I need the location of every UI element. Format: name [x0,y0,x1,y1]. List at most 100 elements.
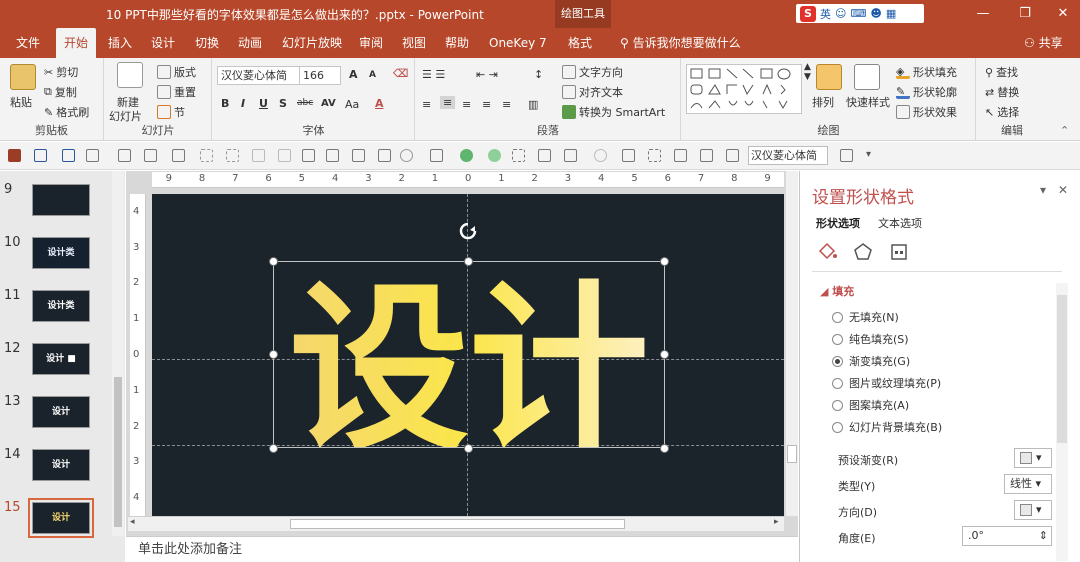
tab-design[interactable]: 设计 [151,28,175,58]
frame-icon[interactable] [674,149,687,162]
tab-slideshow[interactable]: 幻灯片放映 [282,28,342,58]
slide-thumb-active[interactable]: 15 设计 [0,498,110,544]
ime-grid-icon[interactable]: ▦ [886,7,896,20]
tab-home[interactable]: 开始 [56,28,97,58]
arrange-icon[interactable] [816,64,842,90]
distribute-icon[interactable]: ≡ [502,98,511,111]
crop-icon[interactable] [622,149,635,162]
scroll-left-icon[interactable]: ◂ [130,517,135,527]
underline-button[interactable]: U [259,97,268,110]
italic-button[interactable]: I [241,97,245,110]
notes-pane[interactable]: 单击此处添加备注 [126,536,798,562]
find-button[interactable]: ⚲ 查找 [985,64,1018,80]
bullets-icon[interactable]: ☰ ☰ [422,68,445,81]
minimize-button[interactable]: — [966,0,1000,28]
scroll-thumb[interactable] [787,445,797,463]
smartart-button[interactable]: 转换为 SmartArt [562,104,665,120]
rotate-handle-icon[interactable] [459,222,477,240]
shrink-text-icon[interactable] [726,149,739,162]
slide-canvas[interactable]: 设计 [152,194,784,516]
scroll-right-icon[interactable]: ▸ [774,517,779,527]
ime-toolbar[interactable]: S 英 ☺ ⌨ ☻ ▦ [796,4,924,23]
save-icon[interactable] [8,149,21,162]
type-dropdown[interactable]: 线性 ▾ [1004,474,1052,494]
qat-font-dropdown[interactable]: 汉仪菱心体简 [748,146,828,165]
text-direction-button[interactable]: 文字方向 [562,64,623,80]
fill-line-icon[interactable] [816,241,838,263]
tab-onekey[interactable]: OneKey 7 [489,28,547,58]
cut-button[interactable]: ✂ 剪切 [44,64,78,80]
tab-animations[interactable]: 动画 [238,28,262,58]
resize-handle[interactable] [660,350,669,359]
shape-effects-button[interactable]: 形状效果 [896,104,957,120]
pane-close-icon[interactable]: ✕ [1058,183,1068,197]
group-icon[interactable] [200,149,213,162]
layout-button[interactable]: 版式 [157,64,196,80]
tab-transitions[interactable]: 切换 [195,28,219,58]
fill-section-header[interactable]: ◢ 填充 [820,283,854,299]
tab-file[interactable]: 文件 [16,28,40,58]
spinner-arrows-icon[interactable]: ⇕ [1039,527,1051,545]
resize-handle[interactable] [660,257,669,266]
bold-button[interactable]: B [221,97,229,110]
reset-button[interactable]: 重置 [157,84,196,100]
scroll-thumb[interactable] [114,377,122,527]
grid-icon[interactable] [512,149,525,162]
align-right-icon[interactable]: ≡ [462,98,471,111]
slide-thumb[interactable]: 11 设计类 [0,288,110,332]
shrink-font-button[interactable]: A [369,70,376,80]
tab-review[interactable]: 审阅 [359,28,383,58]
scroll-thumb[interactable] [290,519,625,529]
paint-icon[interactable] [430,149,443,162]
align-left-icon[interactable]: ≡ [422,98,431,111]
char-spacing-icon[interactable] [840,149,853,162]
green-circle-icon-2[interactable] [488,149,501,162]
shape-icon[interactable] [86,149,99,162]
preset-gradient-dropdown[interactable]: ▾ [1014,448,1052,468]
radio-picture-fill[interactable]: 图片或纹理填充(P) [832,375,941,391]
indent-icon[interactable]: ⇤ ⇥ [476,68,498,81]
clear-format-icon[interactable]: ⌫ [393,67,409,80]
collapse-ribbon-icon[interactable]: ⌃ [1060,124,1069,137]
select-button[interactable]: ↖ 选择 [985,104,1019,120]
pane-options-icon[interactable]: ▾ [1040,183,1046,197]
eyedropper-icon[interactable] [302,149,315,162]
ime-language[interactable]: 英 [820,6,831,22]
slide-thumb[interactable]: 14 设计 [0,447,110,491]
line-spacing-icon[interactable]: ↕ [534,68,543,81]
align-text-button[interactable]: 对齐文本 [562,84,623,100]
radio-background-fill[interactable]: 幻灯片背景填充(B) [832,419,942,435]
pane-scrollbar[interactable] [1056,283,1068,561]
quick-styles-icon[interactable] [854,64,880,90]
radio-gradient-fill[interactable]: 渐变填充(G) [832,353,910,369]
restore-button[interactable]: ❐ [1008,0,1042,28]
slide-thumb[interactable]: 10 设计类 [0,235,110,279]
align-icon-2[interactable] [278,149,291,162]
replace-button[interactable]: ⇄ 替换 [985,84,1019,100]
direction-dropdown[interactable]: ▾ [1014,500,1052,520]
scroll-thumb[interactable] [1057,295,1067,443]
resize-handle[interactable] [464,444,473,453]
undo-icon[interactable] [34,149,47,162]
justify-icon[interactable]: ≡ [482,98,491,111]
effects-pentagon-icon[interactable] [852,241,874,263]
tab-shape-options[interactable]: 形状选项 [816,215,860,231]
shape-fill-button[interactable]: ◈ 形状填充 [896,64,957,80]
grow-font-button[interactable]: A [349,68,358,81]
ime-keyboard-icon[interactable]: ⌨ [850,7,866,20]
eyedropper-icon-2[interactable] [326,149,339,162]
resize-handle[interactable] [660,444,669,453]
ungroup-icon[interactable] [226,149,239,162]
strikethrough-button[interactable]: abc [297,98,313,108]
tab-view[interactable]: 视图 [402,28,426,58]
slide-thumb[interactable]: 12 设计 ■ [0,341,110,385]
screen-icon[interactable] [118,149,131,162]
circle-icon[interactable] [400,149,413,162]
arrange-button[interactable]: 排列 [812,94,834,110]
tell-me-box[interactable]: ⚲ 告诉我你想要做什么 [620,28,741,58]
align-icon-1[interactable] [252,149,265,162]
merge-icon[interactable] [352,149,365,162]
close-button[interactable]: ✕ [1046,0,1080,28]
new-slide-icon[interactable] [117,62,143,88]
customize-qat-icon[interactable]: ▾ [866,149,879,162]
